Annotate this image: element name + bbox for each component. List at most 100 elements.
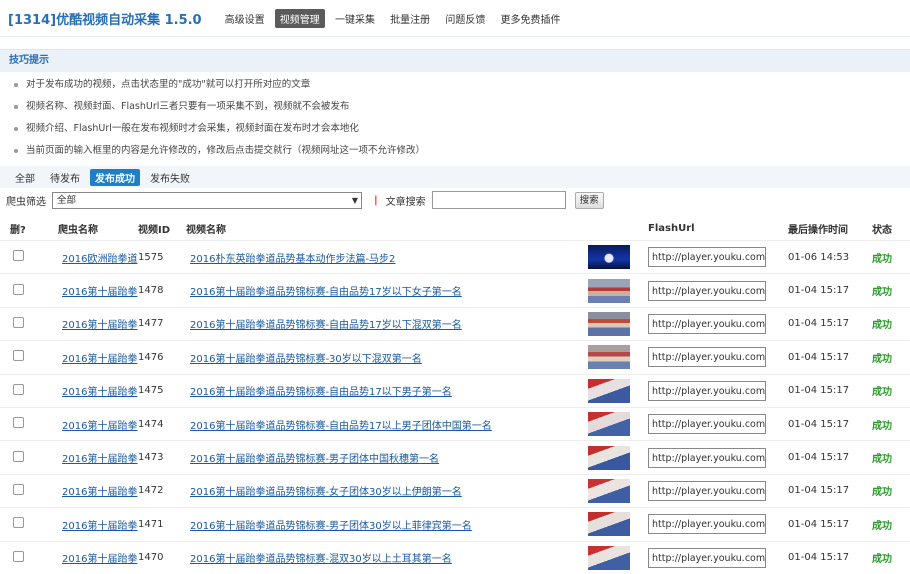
flashurl-input[interactable]: http://player.youku.com/ xyxy=(648,313,766,334)
video-name-link[interactable]: 2016第十届跆拳道品势锦标赛-自由品势17岁以下女子第一名 xyxy=(190,287,462,298)
last-operation-time: 01-04 15:17 xyxy=(786,507,872,542)
status-success-link[interactable]: 成功 xyxy=(872,487,892,498)
article-search-label: 文章搜索 xyxy=(385,196,426,208)
flashurl-input[interactable]: http://player.youku.com/ xyxy=(648,347,766,368)
status-success-link[interactable]: 成功 xyxy=(872,554,892,565)
video-name-link[interactable]: 2016第十届跆拳道品势锦标赛-女子团体30岁以上伊朗第一名 xyxy=(190,487,462,498)
delete-checkbox[interactable] xyxy=(13,517,24,529)
video-thumbnail xyxy=(588,345,630,370)
delete-checkbox[interactable] xyxy=(13,450,24,462)
video-id: 1477 xyxy=(138,306,186,341)
tip-item: 视频名称、视频封面、FlashUrl三者只要有一项采集不到，视频就不会被发布 xyxy=(0,96,910,118)
app-title: [1314]优酷视频自动采集 1.5.0 xyxy=(8,12,202,28)
nav-batch-register[interactable]: 批量注册 xyxy=(385,9,435,28)
tab-pending[interactable]: 待发布 xyxy=(45,169,85,186)
flashurl-input[interactable]: http://player.youku.com/ xyxy=(648,380,766,401)
table-row: 2016第十届跆拳 1475 2016第十届跆拳道品势锦标赛-自由品势17以下男子第… xyxy=(0,373,910,408)
video-thumbnail xyxy=(588,412,630,437)
delete-checkbox[interactable] xyxy=(13,316,24,328)
video-thumbnail xyxy=(588,478,630,503)
status-success-link[interactable]: 成功 xyxy=(872,387,892,398)
spider-name-link[interactable]: 2016第十届跆拳 xyxy=(62,354,137,365)
filter-row: 爬虫筛选 全部 ▼ | 文章搜索 搜索 xyxy=(0,188,910,212)
delete-checkbox[interactable] xyxy=(13,250,24,262)
nav-feedback[interactable]: 问题反馈 xyxy=(440,9,490,28)
header: [1314]优酷视频自动采集 1.5.0 高级设置 视频管理 一键采集 批量注册… xyxy=(0,0,910,37)
flashurl-input[interactable]: http://player.youku.com/ xyxy=(648,247,766,268)
last-operation-time: 01-04 15:17 xyxy=(786,473,872,508)
video-name-link[interactable]: 2016第十届跆拳道品势锦标赛-男子团体30岁以上菲律宾第一名 xyxy=(190,521,472,532)
divider: | xyxy=(374,194,378,206)
col-spider-name: 爬虫名称 xyxy=(58,224,98,236)
delete-checkbox[interactable] xyxy=(13,417,24,429)
spider-name-link[interactable]: 2016第十届跆拳 xyxy=(62,521,137,532)
article-search-input[interactable] xyxy=(431,191,566,209)
spider-name-link[interactable]: 2016第十届跆拳 xyxy=(62,387,137,398)
nav-one-click-collect[interactable]: 一键采集 xyxy=(330,9,380,28)
flashurl-input[interactable]: http://player.youku.com/ xyxy=(648,447,766,468)
flashurl-input[interactable]: http://player.youku.com/ xyxy=(648,480,766,501)
tip-item: 视频介绍、FlashUrl一般在发布视频时才会采集，视频封面在发布时才会本地化 xyxy=(0,118,910,140)
video-thumbnail xyxy=(588,512,630,537)
delete-checkbox[interactable] xyxy=(13,350,24,362)
col-video-name: 视频名称 xyxy=(186,224,226,236)
video-thumbnail xyxy=(588,245,630,270)
spider-name-link[interactable]: 2016第十届跆拳 xyxy=(62,287,137,298)
video-name-link[interactable]: 2016第十届跆拳道品势锦标赛-自由品势17以上男子团体中国第一名 xyxy=(190,421,492,432)
status-success-link[interactable]: 成功 xyxy=(872,421,892,432)
spider-name-link[interactable]: 2016第十届跆拳 xyxy=(62,554,137,565)
tab-failed[interactable]: 发布失败 xyxy=(145,169,195,186)
tab-all[interactable]: 全部 xyxy=(10,169,40,186)
last-operation-time: 01-04 15:17 xyxy=(786,373,872,408)
video-name-link[interactable]: 2016第十届跆拳道品势锦标赛-自由品势17岁以下混双第一名 xyxy=(190,320,462,331)
spider-name-link[interactable]: 2016第十届跆拳 xyxy=(62,320,137,331)
nav-more-plugins[interactable]: 更多免费插件 xyxy=(496,9,566,28)
video-name-link[interactable]: 2016第十届跆拳道品势锦标赛-30岁以下混双第一名 xyxy=(190,354,422,365)
last-operation-time: 01-04 15:17 xyxy=(786,440,872,475)
status-success-link[interactable]: 成功 xyxy=(872,354,892,365)
flashurl-input[interactable]: http://player.youku.com/ xyxy=(648,547,766,568)
delete-checkbox[interactable] xyxy=(13,283,24,295)
spider-name-link[interactable]: 2016欧洲跆拳道 xyxy=(62,254,137,265)
video-id: 1471 xyxy=(138,507,186,542)
video-table: 删? 爬虫名称 视频ID 视频名称 FlashUrl 最后操作时间 状态 201… xyxy=(0,216,910,574)
spider-select[interactable]: 全部 ▼ xyxy=(52,191,362,209)
video-name-link[interactable]: 2016第十届跆拳道品势锦标赛-混双30岁以上土耳其第一名 xyxy=(190,554,452,565)
tip-item: 当前页面的输入框里的内容是允许修改的，修改后点击提交就行（视频网址这一项不允许修… xyxy=(0,140,910,162)
flashurl-input[interactable]: http://player.youku.com/ xyxy=(648,414,766,435)
flashurl-input[interactable]: http://player.youku.com/ xyxy=(648,280,766,301)
col-status: 状态 xyxy=(872,224,892,236)
video-id: 1575 xyxy=(138,239,186,274)
video-name-link[interactable]: 2016第十届跆拳道品势锦标赛-男子团体中国秋穗第一名 xyxy=(190,454,439,465)
search-button[interactable]: 搜索 xyxy=(574,191,604,209)
video-thumbnail xyxy=(588,278,630,303)
spider-name-link[interactable]: 2016第十届跆拳 xyxy=(62,421,137,432)
flashurl-input[interactable]: http://player.youku.com/ xyxy=(648,514,766,535)
nav-advanced-settings[interactable]: 高级设置 xyxy=(220,9,270,28)
video-name-link[interactable]: 2016第十届跆拳道品势锦标赛-自由品势17以下男子第一名 xyxy=(190,387,452,398)
status-success-link[interactable]: 成功 xyxy=(872,320,892,331)
tab-published[interactable]: 发布成功 xyxy=(90,168,140,186)
tip-item: 对于发布成功的视频，点击状态里的"成功"就可以打开所对应的文章 xyxy=(0,74,910,96)
video-id: 1475 xyxy=(138,373,186,408)
status-success-link[interactable]: 成功 xyxy=(872,254,892,265)
spider-name-link[interactable]: 2016第十届跆拳 xyxy=(62,454,137,465)
status-success-link[interactable]: 成功 xyxy=(872,287,892,298)
table-row: 2016第十届跆拳 1470 2016第十届跆拳道品势锦标赛-混双30岁以上土耳其第… xyxy=(0,540,910,574)
video-name-link[interactable]: 2016朴东英跆拳道品势基本动作步法篇-马步2 xyxy=(190,254,395,265)
table-header: 删? 爬虫名称 视频ID 视频名称 FlashUrl 最后操作时间 状态 xyxy=(0,216,910,241)
video-id: 1474 xyxy=(138,406,186,441)
spider-filter-label: 爬虫筛选 xyxy=(6,196,46,208)
status-success-link[interactable]: 成功 xyxy=(872,454,892,465)
delete-checkbox[interactable] xyxy=(13,483,24,495)
spider-name-link[interactable]: 2016第十届跆拳 xyxy=(62,487,137,498)
status-filter-tabs: 全部 待发布 发布成功 发布失败 xyxy=(0,166,910,188)
col-thumbnail xyxy=(588,216,646,241)
spider-select-value: 全部 xyxy=(57,194,77,206)
nav-video-management[interactable]: 视频管理 xyxy=(274,8,325,28)
table-row: 2016第十届跆拳 1477 2016第十届跆拳道品势锦标赛-自由品势17岁以下混双… xyxy=(0,306,910,341)
status-success-link[interactable]: 成功 xyxy=(872,521,892,532)
table-row: 2016第十届跆拳 1478 2016第十届跆拳道品势锦标赛-自由品势17岁以下女子… xyxy=(0,273,910,308)
delete-checkbox[interactable] xyxy=(13,383,24,395)
delete-checkbox[interactable] xyxy=(13,550,24,562)
